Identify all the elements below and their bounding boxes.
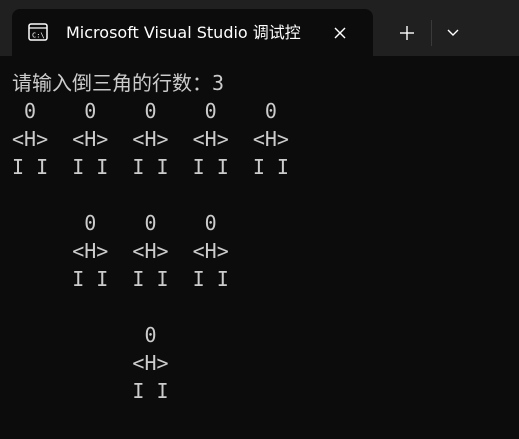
console-line: 0 bbox=[12, 323, 157, 347]
console-output[interactable]: 请输入倒三角的行数：3 0 0 0 0 0 <H> <H> <H> <H> <H>… bbox=[0, 56, 519, 439]
terminal-window: C:\ Microsoft Visual Studio 调试控 请输入倒三角的行… bbox=[0, 0, 519, 439]
plus-icon bbox=[400, 26, 414, 40]
svg-text:C:\: C:\ bbox=[32, 32, 45, 40]
console-line: <H> bbox=[12, 351, 169, 375]
console-app-icon: C:\ bbox=[28, 23, 48, 41]
tab-debug-console[interactable]: C:\ Microsoft Visual Studio 调试控 bbox=[12, 9, 373, 56]
console-line: <H> <H> <H> bbox=[12, 239, 229, 263]
console-prompt-line: 请输入倒三角的行数：3 bbox=[12, 71, 225, 95]
console-text: 请输入倒三角的行数：3 0 0 0 0 0 <H> <H> <H> <H> <H>… bbox=[12, 69, 289, 405]
tab-title: Microsoft Visual Studio 调试控 bbox=[66, 23, 301, 42]
title-bar: C:\ Microsoft Visual Studio 调试控 bbox=[0, 0, 519, 56]
profiles-dropdown-button[interactable] bbox=[438, 19, 468, 47]
console-line: <H> <H> <H> <H> <H> bbox=[12, 127, 289, 151]
new-tab-button[interactable] bbox=[391, 19, 423, 47]
close-icon bbox=[334, 27, 346, 39]
console-line: 0 0 0 bbox=[12, 211, 217, 235]
close-tab-button[interactable] bbox=[328, 21, 352, 45]
chevron-down-icon bbox=[447, 29, 459, 36]
console-line: I I bbox=[12, 379, 169, 403]
console-line: 0 0 0 0 0 bbox=[12, 99, 277, 123]
console-line: I I I I I I I I I I bbox=[12, 155, 289, 179]
console-line: I I I I I I bbox=[12, 267, 229, 291]
toolbar-divider bbox=[431, 20, 432, 46]
